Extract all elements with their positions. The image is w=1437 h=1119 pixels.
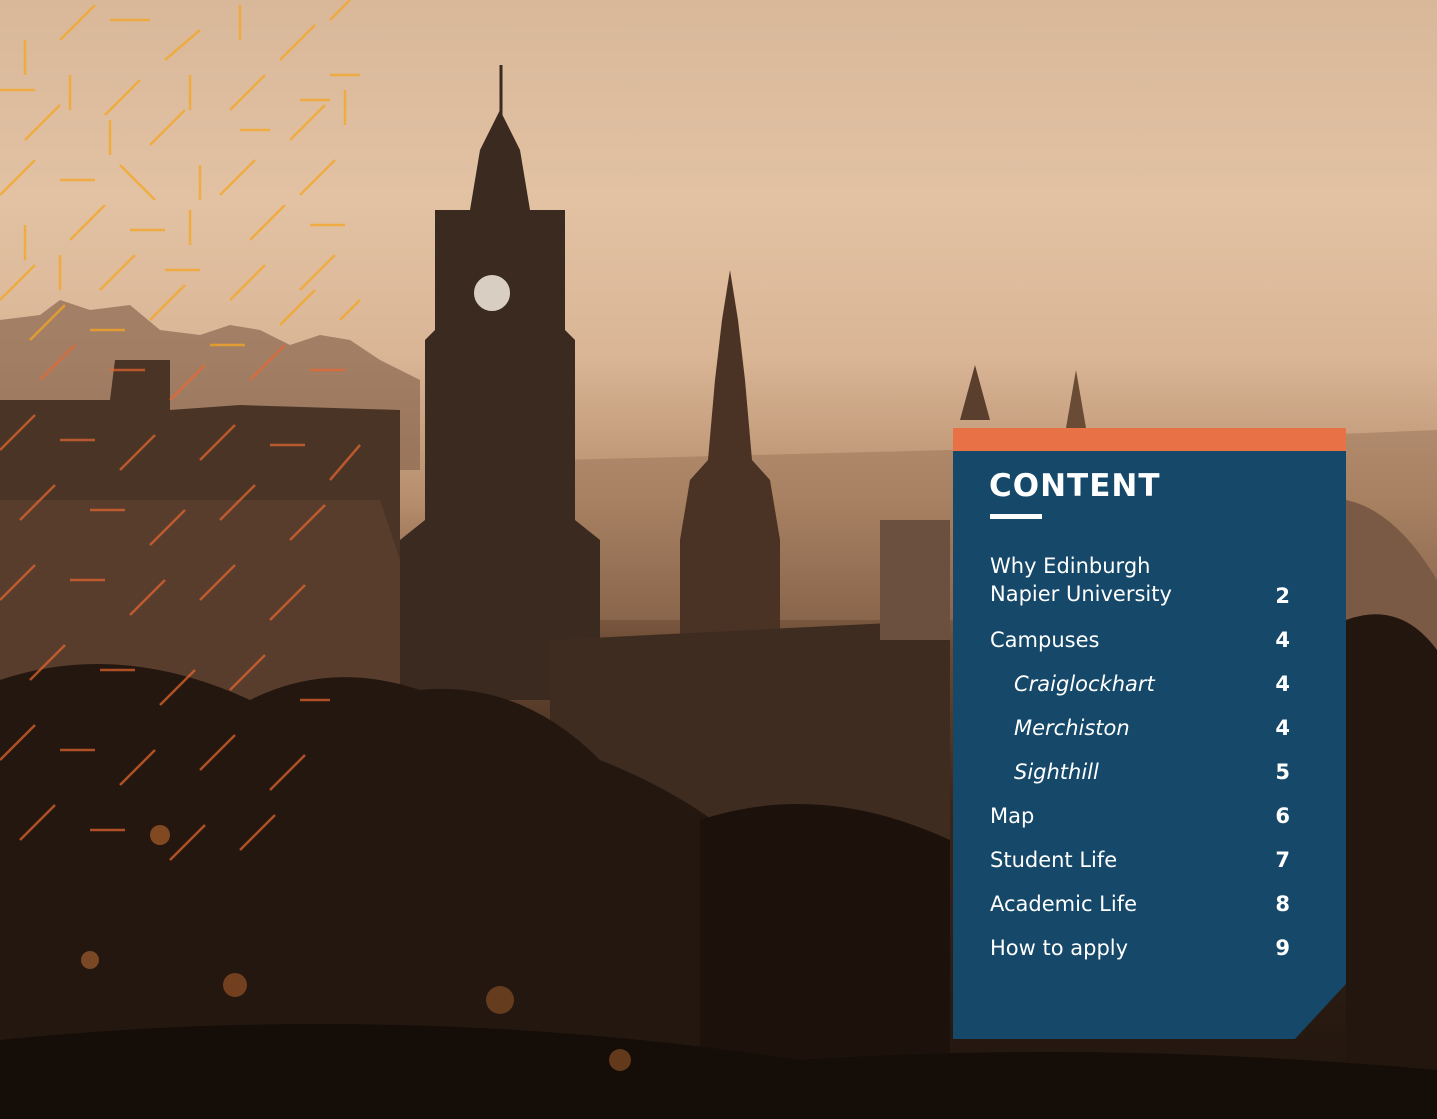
toc-item-label: Why Edinburgh Napier University	[990, 552, 1172, 608]
title-underline	[990, 514, 1042, 519]
toc-item-label: Academic Life	[990, 892, 1138, 916]
toc-item-craiglockhart[interactable]: Craiglockhart 4	[990, 670, 1292, 698]
toc-item-map[interactable]: Map 6	[990, 802, 1292, 830]
toc-item-label: Merchiston	[1014, 716, 1130, 740]
toc-item-academic-life[interactable]: Academic Life 8	[990, 890, 1292, 918]
toc-item-how-to-apply[interactable]: How to apply 9	[990, 934, 1292, 962]
toc-item-page: 6	[1275, 804, 1290, 828]
toc-item-label: Map	[990, 804, 1035, 828]
toc-item-sighthill[interactable]: Sighthill 5	[990, 758, 1292, 786]
toc-item-label: Craiglockhart	[1014, 672, 1155, 696]
toc-item-label: Campuses	[990, 628, 1100, 652]
toc-item-label: How to apply	[990, 936, 1129, 960]
toc-item-student-life[interactable]: Student Life 7	[990, 846, 1292, 874]
toc-item-page: 4	[1275, 672, 1290, 696]
toc-item-page: 2	[1275, 584, 1290, 608]
toc-item-label: Student Life	[990, 848, 1118, 872]
toc-item-label-line2: Napier University	[990, 582, 1172, 606]
toc-item-page: 9	[1275, 936, 1290, 960]
toc-item-label: Sighthill	[1014, 760, 1099, 784]
toc-item-why-edinburgh-napier[interactable]: Why Edinburgh Napier University 2	[990, 552, 1292, 610]
contents-title: CONTENT	[989, 468, 1161, 504]
toc-item-page: 4	[1275, 716, 1290, 740]
toc-item-label-line1: Why Edinburgh	[990, 554, 1151, 578]
toc-item-page: 7	[1275, 848, 1290, 872]
panel-accent-bar	[953, 428, 1346, 451]
toc-item-page: 8	[1275, 892, 1290, 916]
toc-item-page: 5	[1275, 760, 1290, 784]
toc-item-page: 4	[1275, 628, 1290, 652]
toc-item-campuses[interactable]: Campuses 4	[990, 626, 1292, 654]
toc-item-merchiston[interactable]: Merchiston 4	[990, 714, 1292, 742]
